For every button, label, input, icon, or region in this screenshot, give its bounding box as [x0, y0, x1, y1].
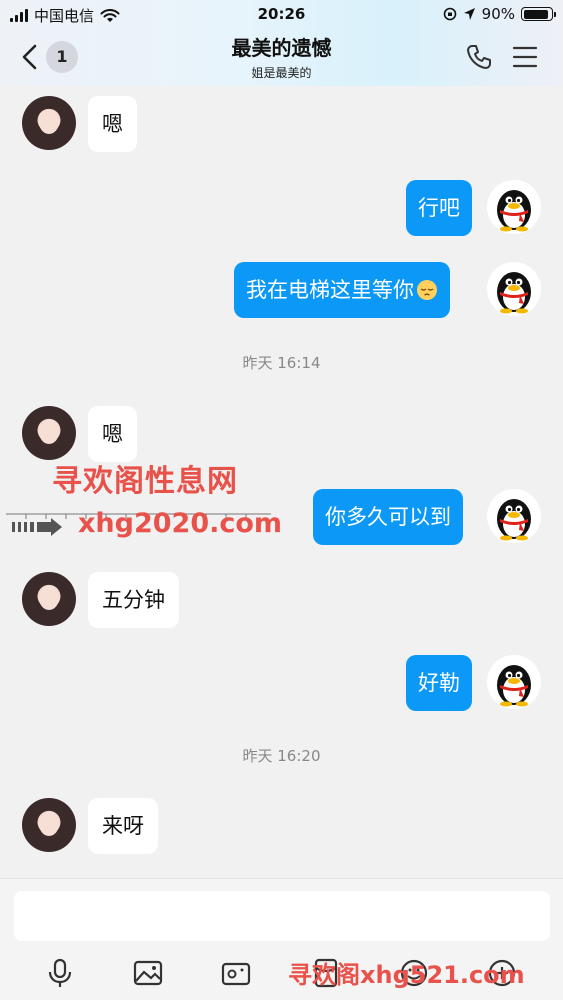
incoming-message-bubble[interactable]: 嗯	[88, 96, 137, 152]
contact-avatar[interactable]	[22, 406, 76, 460]
contact-avatar[interactable]	[22, 572, 76, 626]
battery-percent: 90%	[481, 5, 515, 23]
outgoing-message-bubble[interactable]: 你多久可以到	[313, 489, 463, 545]
outgoing-message-bubble[interactable]: 行吧	[406, 180, 472, 236]
watermark-text: 寻欢阁性息网	[52, 464, 238, 499]
orientation-lock-icon	[443, 7, 456, 21]
my-avatar-penguin[interactable]	[487, 262, 541, 316]
message-row: 行吧	[0, 180, 563, 240]
microphone-icon[interactable]	[44, 957, 76, 989]
message-text: 我在电梯这里等你	[246, 278, 414, 302]
penguin-icon	[497, 665, 531, 707]
status-bar: 中国电信 20:26 90%	[0, 0, 563, 30]
message-timestamp: 昨天 16:20	[242, 747, 321, 765]
sleepy-face-icon	[417, 280, 437, 300]
incoming-message-bubble[interactable]: 来呀	[88, 798, 158, 854]
image-icon[interactable]	[132, 957, 164, 989]
my-avatar-penguin[interactable]	[487, 489, 541, 543]
incoming-message-bubble[interactable]: 嗯	[88, 406, 137, 462]
message-timestamp: 昨天 16:14	[242, 354, 321, 372]
status-right: 90%	[443, 5, 556, 23]
location-icon	[463, 8, 475, 20]
message-row: 嗯	[0, 96, 563, 156]
contact-avatar[interactable]	[22, 798, 76, 852]
watermark-url: xhg2020.com	[78, 508, 283, 539]
message-row: 我在电梯这里等你	[0, 262, 563, 322]
penguin-icon	[497, 272, 531, 314]
penguin-icon	[497, 499, 531, 541]
my-avatar-penguin[interactable]	[487, 655, 541, 709]
my-avatar-penguin[interactable]	[487, 180, 541, 234]
penguin-icon	[497, 190, 531, 232]
camera-icon[interactable]	[220, 957, 252, 989]
message-input[interactable]	[14, 891, 550, 941]
message-row: 好勒	[0, 655, 563, 715]
phone-call-icon[interactable]	[464, 42, 494, 72]
message-row: 来呀	[0, 798, 563, 858]
contact-avatar[interactable]	[22, 96, 76, 150]
outgoing-message-bubble[interactable]: 好勒	[406, 655, 472, 711]
chat-header: 中国电信 20:26 90% 1 最美的遗憾 姐是最美的	[0, 0, 563, 86]
watermark-bottom: 寻欢阁xhg521.com	[288, 961, 525, 989]
menu-icon[interactable]	[512, 44, 538, 70]
outgoing-message-bubble[interactable]: 我在电梯这里等你	[234, 262, 450, 318]
incoming-message-bubble[interactable]: 五分钟	[88, 572, 179, 628]
message-row: 五分钟	[0, 572, 563, 632]
battery-icon	[521, 7, 556, 21]
battery-fill	[523, 9, 548, 19]
